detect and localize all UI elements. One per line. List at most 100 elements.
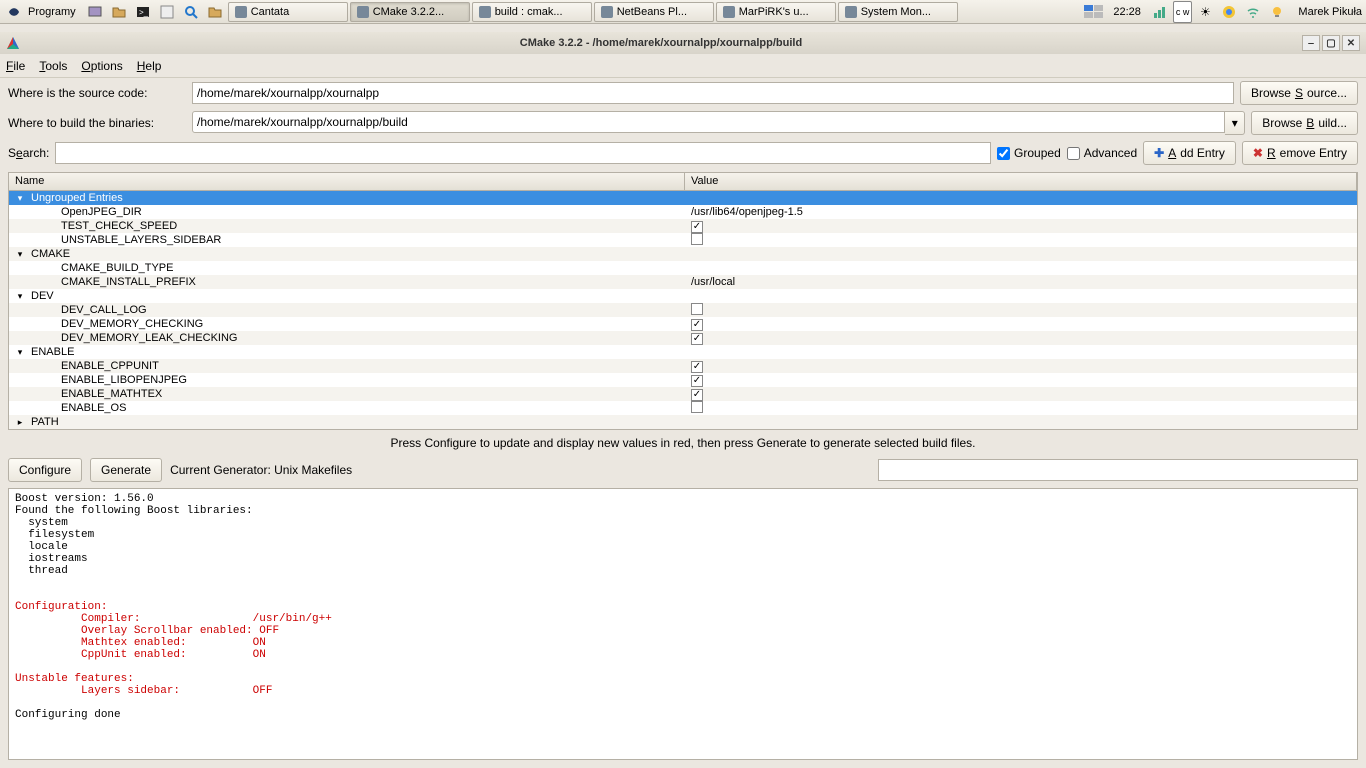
expand-icon[interactable]: ▾: [15, 291, 25, 302]
value-checkbox[interactable]: [691, 303, 703, 315]
folder2-icon[interactable]: [204, 1, 226, 23]
generate-button[interactable]: Generate: [90, 458, 162, 482]
tree-item[interactable]: ENABLE_LIBOPENJPEG✓: [9, 373, 1357, 387]
taskbar-task[interactable]: System Mon...: [838, 2, 958, 22]
search-label: Search:: [8, 146, 49, 160]
generator-search-input[interactable]: [878, 459, 1358, 481]
tree-item[interactable]: ENABLE_MATHTEX✓: [9, 387, 1357, 401]
value-checkbox[interactable]: [691, 401, 703, 413]
cache-tree: Name Value ▾Ungrouped EntriesOpenJPEG_DI…: [8, 172, 1358, 430]
titlebar: CMake 3.2.2 - /home/marek/xournalpp/xour…: [0, 32, 1366, 54]
value-checkbox[interactable]: ✓: [691, 389, 703, 401]
tray-cw-icon[interactable]: c w: [1173, 1, 1193, 23]
maximize-button[interactable]: ▢: [1322, 35, 1340, 51]
window-title: CMake 3.2.2 - /home/marek/xournalpp/xour…: [20, 37, 1302, 49]
taskbar-task[interactable]: MarPiRK's u...: [716, 2, 836, 22]
tree-item[interactable]: CMAKE_BUILD_TYPE: [9, 261, 1357, 275]
menu-options[interactable]: Options: [81, 59, 122, 73]
build-input[interactable]: [192, 111, 1225, 133]
tree-item[interactable]: UNSTABLE_LAYERS_SIDEBAR: [9, 233, 1357, 247]
remove-entry-button[interactable]: ✖ Remove Entry: [1242, 141, 1358, 165]
expand-icon[interactable]: ▸: [15, 417, 25, 428]
tree-group[interactable]: ▾CMAKE: [9, 247, 1357, 261]
menu-help[interactable]: Help: [137, 59, 162, 73]
tray-chrome-icon[interactable]: [1218, 1, 1240, 23]
editor-icon[interactable]: [156, 1, 178, 23]
taskbar-task[interactable]: Cantata: [228, 2, 348, 22]
value-checkbox[interactable]: ✓: [691, 319, 703, 331]
tree-item[interactable]: DEV_CALL_LOG: [9, 303, 1357, 317]
app-icon: [601, 6, 613, 18]
log-output[interactable]: Boost version: 1.56.0 Found the followin…: [8, 488, 1358, 760]
tree-item[interactable]: CMAKE_INSTALL_PREFIX/usr/local: [9, 275, 1357, 289]
desktop-icon[interactable]: [84, 1, 106, 23]
app-icon: [845, 6, 857, 18]
taskbar-task[interactable]: build : cmak...: [472, 2, 592, 22]
menubar: File Tools Options Help: [0, 54, 1366, 78]
value-checkbox[interactable]: ✓: [691, 375, 703, 387]
minimize-button[interactable]: ‒: [1302, 35, 1320, 51]
expand-icon[interactable]: ▾: [15, 347, 25, 358]
value-checkbox[interactable]: ✓: [691, 221, 703, 233]
tree-item[interactable]: DEV_MEMORY_CHECKING✓: [9, 317, 1357, 331]
tray-bulb-icon[interactable]: [1266, 1, 1288, 23]
source-input[interactable]: [192, 82, 1234, 104]
tree-item[interactable]: TEST_CHECK_SPEED✓: [9, 219, 1357, 233]
clock[interactable]: 22:28: [1107, 6, 1147, 18]
tray-chart-icon[interactable]: [1149, 1, 1171, 23]
value-checkbox[interactable]: [691, 233, 703, 245]
value-text[interactable]: /usr/lib64/openjpeg-1.5: [691, 206, 803, 218]
tree-group[interactable]: ▾ENABLE: [9, 345, 1357, 359]
current-generator-label: Current Generator: Unix Makefiles: [170, 463, 870, 477]
app-icon: [235, 6, 247, 18]
app-icon: [357, 6, 369, 18]
svg-text:>_: >_: [139, 8, 149, 17]
tray-wifi-icon[interactable]: [1242, 1, 1264, 23]
workspace-switcher-icon[interactable]: [1083, 1, 1105, 23]
close-button[interactable]: ✕: [1342, 35, 1360, 51]
menu-file[interactable]: File: [6, 59, 25, 73]
tree-item[interactable]: ENABLE_OS: [9, 401, 1357, 415]
folder-icon[interactable]: [108, 1, 130, 23]
browse-source-button[interactable]: Browse Source...: [1240, 81, 1358, 105]
search-input[interactable]: [55, 142, 991, 164]
value-checkbox[interactable]: ✓: [691, 361, 703, 373]
terminal-icon[interactable]: >_: [132, 1, 154, 23]
tree-group[interactable]: ▾Ungrouped Entries: [9, 191, 1357, 205]
cmake-window: CMake 3.2.2 - /home/marek/xournalpp/xour…: [0, 32, 1366, 768]
menu-tools[interactable]: Tools: [39, 59, 67, 73]
log-red: Configuration: Compiler: /usr/bin/g++ Ov…: [15, 601, 332, 697]
tree-group[interactable]: ▸PATH: [9, 415, 1357, 429]
search-icon[interactable]: [180, 1, 202, 23]
plus-icon: ✚: [1154, 146, 1164, 160]
taskbar-task[interactable]: CMake 3.2.2...: [350, 2, 470, 22]
hint-text: Press Configure to update and display ne…: [0, 430, 1366, 456]
value-text[interactable]: /usr/local: [691, 276, 735, 288]
app-menu-icon[interactable]: [4, 1, 26, 23]
log-black1: Boost version: 1.56.0 Found the followin…: [15, 493, 253, 577]
build-label: Where to build the binaries:: [8, 116, 186, 130]
tree-body[interactable]: ▾Ungrouped EntriesOpenJPEG_DIR/usr/lib64…: [9, 191, 1357, 429]
programs-label[interactable]: Programy: [28, 6, 76, 18]
build-history-dropdown[interactable]: ▾: [1225, 111, 1245, 135]
configure-button[interactable]: Configure: [8, 458, 82, 482]
browse-build-button[interactable]: Browse Build...: [1251, 111, 1358, 135]
log-black2: Configuring done: [15, 709, 121, 721]
expand-icon[interactable]: ▾: [15, 249, 25, 260]
column-value[interactable]: Value: [685, 173, 1357, 190]
tree-item[interactable]: OpenJPEG_DIR/usr/lib64/openjpeg-1.5: [9, 205, 1357, 219]
grouped-checkbox[interactable]: Grouped: [997, 146, 1061, 160]
tray-weather-icon[interactable]: ☀: [1194, 1, 1216, 23]
taskbar-task[interactable]: NetBeans Pl...: [594, 2, 714, 22]
expand-icon[interactable]: ▾: [15, 193, 25, 204]
tree-item[interactable]: DEV_MEMORY_LEAK_CHECKING✓: [9, 331, 1357, 345]
tree-item[interactable]: ENABLE_CPPUNIT✓: [9, 359, 1357, 373]
user-label[interactable]: Marek Pikuła: [1298, 6, 1362, 18]
app-icon: [723, 6, 735, 18]
add-entry-button[interactable]: ✚ Add Entry: [1143, 141, 1236, 165]
column-name[interactable]: Name: [9, 173, 685, 190]
advanced-checkbox[interactable]: Advanced: [1067, 146, 1137, 160]
tree-group[interactable]: ▾DEV: [9, 289, 1357, 303]
system-taskbar: Programy >_ CantataCMake 3.2.2...build :…: [0, 0, 1366, 24]
value-checkbox[interactable]: ✓: [691, 333, 703, 345]
